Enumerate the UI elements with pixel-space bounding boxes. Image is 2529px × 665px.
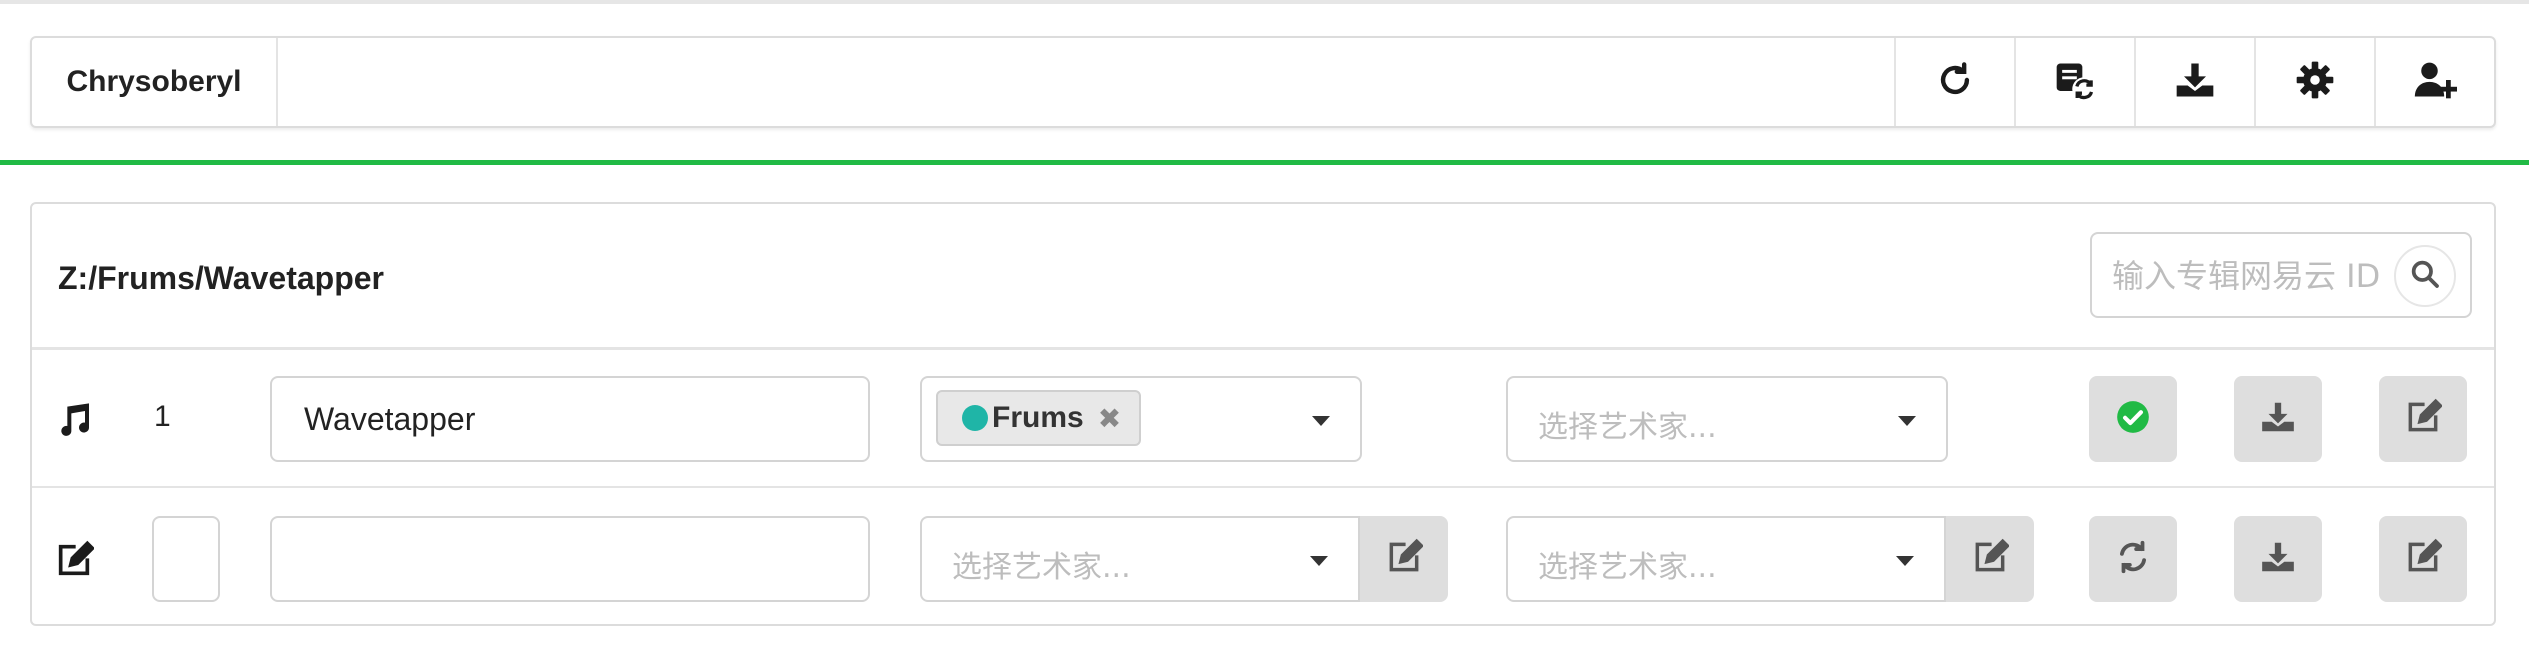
add-user-icon [2413, 58, 2458, 107]
download-track-button[interactable] [2234, 376, 2322, 462]
refresh-button[interactable] [1894, 38, 2014, 126]
status-button[interactable] [2089, 376, 2177, 462]
app-brand[interactable]: Chrysoberyl [32, 38, 278, 126]
add-user-button[interactable] [2374, 38, 2494, 126]
edit-icon [2404, 538, 2443, 581]
track-title-input[interactable] [270, 516, 870, 602]
select-placeholder: 选择艺术家... [1538, 410, 1717, 445]
download-track-button[interactable] [2234, 516, 2322, 602]
search-icon [2409, 258, 2441, 295]
artist-color-dot [962, 405, 988, 431]
top-border [0, 0, 2529, 4]
sync-button[interactable] [2089, 516, 2177, 602]
download-all-button[interactable] [2134, 38, 2254, 126]
edit-icon [2404, 398, 2443, 441]
edit-icon [54, 540, 95, 580]
new-track-row: 选择艺术家... 选择艺术家... [32, 490, 2494, 628]
track-row: 1 Wavetapper Frums ✖ 选择艺术家... [32, 350, 2494, 488]
edit-album-artist-button[interactable] [1946, 516, 2034, 602]
select-placeholder: 选择艺术家... [952, 550, 1131, 585]
sync-playlist-button[interactable] [2014, 38, 2134, 126]
artist-tag: Frums ✖ [936, 390, 1142, 446]
download-icon [2173, 58, 2217, 107]
album-id-search [2090, 232, 2472, 318]
track-number-input[interactable] [152, 516, 220, 602]
app-header: Chrysoberyl [30, 36, 2496, 128]
check-circle-icon [2114, 398, 2152, 441]
download-icon [2259, 538, 2297, 581]
dropdown-caret-icon [1310, 556, 1328, 566]
edit-icon [1971, 538, 2010, 581]
track-number: 1 [154, 400, 171, 433]
dropdown-caret-icon [1898, 416, 1916, 426]
dropdown-caret-icon [1312, 416, 1330, 426]
select-placeholder: 选择艺术家... [1538, 550, 1717, 585]
gear-icon [2293, 58, 2337, 107]
edit-icon [1385, 538, 1424, 581]
album-artist-select[interactable]: 选择艺术家... [1506, 376, 1948, 462]
edit-artist-button[interactable] [1360, 516, 1448, 602]
music-note-icon [54, 400, 94, 440]
dropdown-caret-icon [1896, 556, 1914, 566]
remove-tag-icon[interactable]: ✖ [1098, 402, 1121, 435]
refresh-icon [1933, 58, 1977, 107]
accent-divider [0, 160, 2529, 165]
album-path: Z:/Frums/Wavetapper [58, 260, 384, 296]
sync-icon [2114, 538, 2152, 581]
panel-header: Z:/Frums/Wavetapper [32, 204, 2494, 350]
album-id-input[interactable] [2112, 252, 2382, 300]
album-artist-select[interactable]: 选择艺术家... [1506, 516, 1946, 602]
search-button[interactable] [2394, 245, 2456, 307]
edit-track-button[interactable] [2379, 376, 2467, 462]
artist-tag-label: Frums [992, 401, 1084, 434]
settings-button[interactable] [2254, 38, 2374, 126]
album-panel: Z:/Frums/Wavetapper 1 Wavetapper Fr [30, 202, 2496, 626]
track-title-field[interactable]: Wavetapper [270, 376, 870, 462]
edit-track-button[interactable] [2379, 516, 2467, 602]
artist-select[interactable]: Frums ✖ [920, 376, 1362, 462]
playlist-sync-icon [2053, 58, 2097, 107]
artist-select[interactable]: 选择艺术家... [920, 516, 1360, 602]
download-icon [2259, 398, 2297, 441]
